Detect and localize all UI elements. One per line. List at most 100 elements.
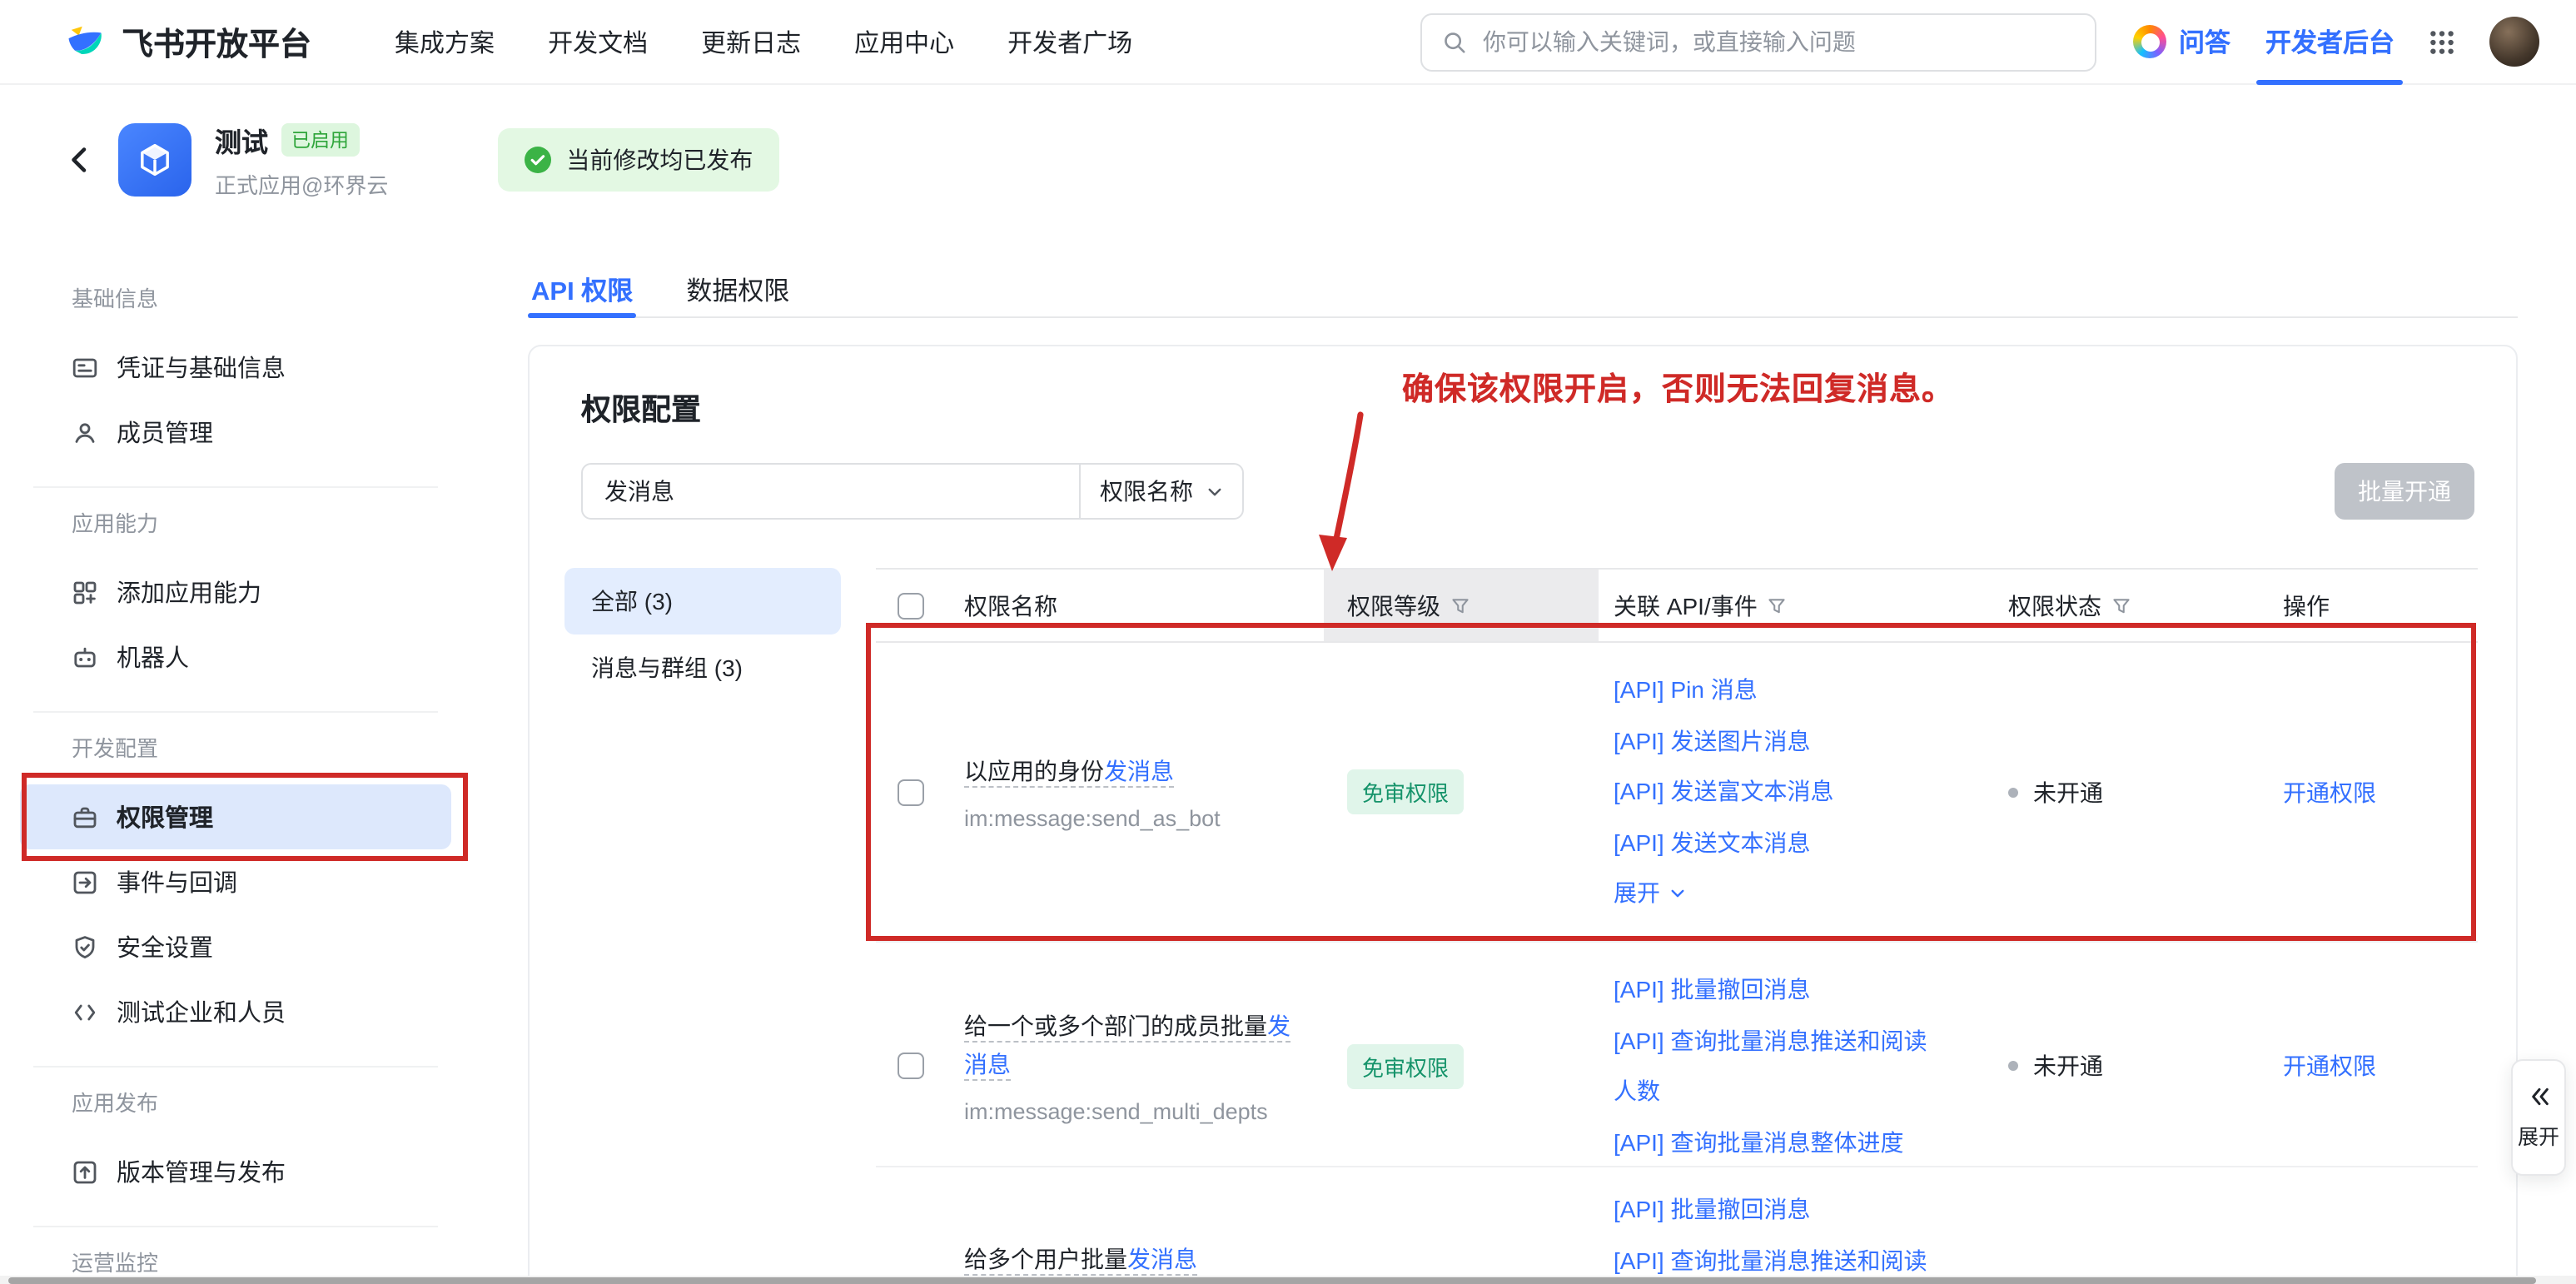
chevron-down-icon xyxy=(1205,482,1223,500)
tabs-row: API 权限 数据权限 xyxy=(528,261,2518,318)
permission-status-cell: 未开通 xyxy=(1993,775,2268,809)
top-nav: 飞书开放平台 集成方案 开发文档 更新日志 应用中心 开发者广场 问答 开发者后… xyxy=(0,0,2576,85)
global-search[interactable] xyxy=(1421,12,2097,71)
sidebar-item-version-release[interactable]: 版本管理与发布 xyxy=(20,1139,451,1204)
permission-name-cell: 给一个或多个部门的成员批量发消息 im:message:send_multi_d… xyxy=(949,1008,1324,1124)
filter-icon[interactable] xyxy=(1450,595,1470,615)
sidebar-section-dev-config: 开发配置 xyxy=(0,734,471,764)
api-link[interactable]: [API] 查询批量消息推送和阅读人数 xyxy=(1614,1015,1943,1117)
qa-link[interactable]: 问答 xyxy=(2134,23,2230,60)
expand-panel-button[interactable]: 展开 xyxy=(2511,1059,2566,1176)
app-icon xyxy=(118,123,191,197)
sidebar-item-events[interactable]: 事件与回调 xyxy=(20,849,451,914)
feishu-logo-icon xyxy=(63,20,107,63)
nav-item-dev-plaza[interactable]: 开发者广场 xyxy=(1007,24,1132,59)
event-callback-icon xyxy=(72,868,98,895)
search-input[interactable] xyxy=(1483,28,2076,55)
scrollbar-thumb[interactable] xyxy=(8,1277,2536,1283)
table-row: 以应用的身份发消息 im:message:send_as_bot 免审权限 [A… xyxy=(876,643,2478,943)
filter-row: 权限名称 批量开通 xyxy=(581,463,2474,520)
api-link[interactable]: [API] 发送图片消息 xyxy=(1614,716,1943,767)
permission-name-cell: 给多个用户批量发消息 xyxy=(949,1167,1324,1279)
permission-code: im:message:send_multi_depts xyxy=(964,1099,1304,1124)
permission-search-input[interactable] xyxy=(583,478,1079,505)
sidebar-section-monitoring: 运营监控 xyxy=(0,1249,471,1279)
level-tag: 免审权限 xyxy=(1347,1043,1464,1088)
api-list-cell: [API] Pin 消息 [API] 发送图片消息 [API] 发送富文本消息 … xyxy=(1599,644,1993,941)
nav-item-app-center[interactable]: 应用中心 xyxy=(854,24,954,59)
api-link[interactable]: [API] 批量撤回消息 xyxy=(1614,964,1943,1015)
sidebar-divider xyxy=(33,1226,438,1227)
sidebar-section-capabilities: 应用能力 xyxy=(0,510,471,540)
permission-search-group: 权限名称 xyxy=(581,463,1244,520)
back-button[interactable] xyxy=(63,143,97,177)
main-content: API 权限 数据权限 权限配置 权限名称 批量开通 全 xyxy=(471,235,2576,1284)
card-body: 全部 (3) 消息与群组 (3) 权限名称 权限等级 xyxy=(564,568,2474,1284)
id-card-icon xyxy=(72,354,98,381)
status-badge: 已启用 xyxy=(281,123,359,157)
sidebar-item-members[interactable]: 成员管理 xyxy=(20,400,451,465)
briefcase-icon xyxy=(72,804,98,830)
sidebar-item-test-company[interactable]: 测试企业和人员 xyxy=(20,979,451,1044)
nav-item-changelog[interactable]: 更新日志 xyxy=(701,24,801,59)
card-title: 权限配置 xyxy=(581,386,701,430)
robot-icon xyxy=(72,644,98,670)
category-message-group[interactable]: 消息与群组 (3) xyxy=(564,635,841,701)
sidebar-item-credentials[interactable]: 凭证与基础信息 xyxy=(20,335,451,400)
filter-icon[interactable] xyxy=(2111,595,2131,615)
expand-apis-link[interactable]: 展开 xyxy=(1614,868,1943,919)
feishu-logo[interactable]: 飞书开放平台 xyxy=(63,19,311,64)
category-list: 全部 (3) 消息与群组 (3) xyxy=(564,568,841,1284)
search-type-select[interactable]: 权限名称 xyxy=(1079,465,1242,518)
horizontal-scrollbar xyxy=(0,1276,2576,1284)
app-name: 测试 xyxy=(215,120,268,160)
level-tag: 免审权限 xyxy=(1347,769,1464,814)
table-row: 给多个用户批量发消息 [API] 批量撤回消息 [API] 查询批量消息推送和阅… xyxy=(876,1167,2478,1284)
sidebar-section-basic-info: 基础信息 xyxy=(0,285,471,315)
shield-icon xyxy=(72,933,98,960)
sidebar-item-security[interactable]: 安全设置 xyxy=(20,914,451,979)
api-link[interactable]: [API] Pin 消息 xyxy=(1614,665,1943,716)
sidebar-item-permissions[interactable]: 权限管理 xyxy=(20,784,451,849)
enable-permission-link[interactable]: 开通权限 xyxy=(2268,775,2478,809)
status-dot-icon xyxy=(2008,787,2018,797)
api-link[interactable]: [API] 发送文本消息 xyxy=(1614,818,1943,868)
apps-grid-icon[interactable] xyxy=(2428,27,2456,56)
col-header-level: 权限等级 xyxy=(1324,570,1599,641)
app-header: 测试 已启用 正式应用@环界云 当前修改均已发布 xyxy=(0,85,2576,235)
api-link[interactable]: [API] 查询批量消息整体进度 xyxy=(1614,1117,1943,1167)
category-all[interactable]: 全部 (3) xyxy=(564,568,841,635)
col-header-action: 操作 xyxy=(2268,589,2478,622)
api-list-cell: [API] 批量撤回消息 [API] 查询批量消息推送和阅读 xyxy=(1599,1167,1993,1284)
api-link[interactable]: [API] 批量撤回消息 xyxy=(1614,1184,1943,1235)
search-icon xyxy=(1443,29,1468,54)
sidebar: 基础信息 凭证与基础信息 成员管理 应用能力 添加应用能力 机器人 开发配置 权… xyxy=(0,235,471,1284)
sidebar-item-add-capability[interactable]: 添加应用能力 xyxy=(20,560,451,625)
row-checkbox[interactable] xyxy=(898,1053,924,1079)
sidebar-section-release: 应用发布 xyxy=(0,1089,471,1119)
api-link[interactable]: [API] 发送富文本消息 xyxy=(1614,767,1943,818)
qa-label: 问答 xyxy=(2179,23,2230,60)
tab-data-permissions[interactable]: 数据权限 xyxy=(683,261,793,316)
bulk-enable-button[interactable]: 批量开通 xyxy=(2335,463,2474,520)
avatar[interactable] xyxy=(2489,17,2539,67)
permission-config-card: 权限配置 权限名称 批量开通 全部 (3) 消息与群组 (3) xyxy=(528,345,2518,1284)
sidebar-item-bot[interactable]: 机器人 xyxy=(20,625,451,689)
publish-status-banner: 当前修改均已发布 xyxy=(498,128,779,192)
primary-nav: 集成方案 开发文档 更新日志 应用中心 开发者广场 xyxy=(395,24,1132,59)
check-circle-icon xyxy=(525,147,551,173)
sidebar-divider xyxy=(33,711,438,713)
select-all-checkbox[interactable] xyxy=(898,592,924,619)
qa-icon xyxy=(2134,25,2167,58)
row-checkbox[interactable] xyxy=(898,779,924,805)
permission-table: 权限名称 权限等级 关联 API/事件 权限状态 xyxy=(876,568,2478,1284)
dev-console-link[interactable]: 开发者后台 xyxy=(2265,0,2394,84)
app-subtitle: 正式应用@环界云 xyxy=(215,168,388,200)
status-dot-icon xyxy=(2008,1061,2018,1071)
tab-api-permissions[interactable]: API 权限 xyxy=(528,261,636,316)
enable-permission-link[interactable]: 开通权限 xyxy=(2268,1049,2478,1082)
nav-item-integration[interactable]: 集成方案 xyxy=(395,24,495,59)
filter-icon[interactable] xyxy=(1768,595,1788,615)
nav-item-docs[interactable]: 开发文档 xyxy=(548,24,648,59)
permission-level-cell: 免审权限 xyxy=(1324,769,1599,814)
